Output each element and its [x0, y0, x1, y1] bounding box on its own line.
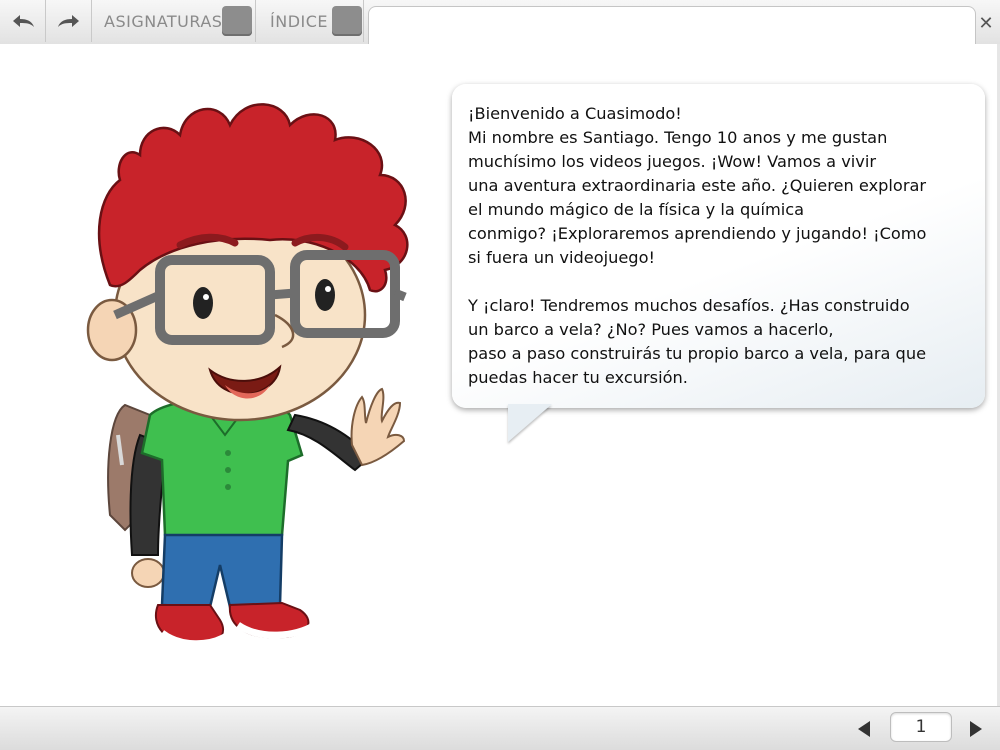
speech-bubble-tail	[508, 404, 552, 442]
tab-asignaturas-handle[interactable]	[222, 6, 252, 36]
content-tab	[368, 6, 976, 45]
speech-line: conmigo? ¡Exploraremos aprendiendo y jug…	[468, 224, 927, 243]
bottom-navigation-bar: 1	[0, 706, 1000, 750]
speech-line: si fuera un videojuego!	[468, 248, 655, 267]
top-toolbar: ASIGNATURAS ÍNDICE ✕	[0, 0, 1000, 45]
undo-button[interactable]	[0, 0, 46, 42]
tab-indice-handle[interactable]	[332, 6, 362, 36]
speech-line: Y ¡claro! Tendremos muchos desafíos. ¿Ha…	[468, 296, 910, 315]
speech-line: muchísimo los videos juegos. ¡Wow! Vamos…	[468, 152, 877, 171]
tab-indice-label: ÍNDICE	[270, 11, 329, 31]
speech-line: un barco a vela? ¿No? Pues vamos a hacer…	[468, 320, 834, 339]
speech-line: ¡Bienvenido a Cuasimodo!	[468, 104, 682, 123]
page-number-input[interactable]: 1	[890, 712, 952, 742]
speech-bubble-text: ¡Bienvenido a Cuasimodo! Mi nombre es Sa…	[468, 102, 973, 390]
speech-line: el mundo mágico de la física y la químic…	[468, 200, 805, 219]
next-page-icon[interactable]	[970, 721, 982, 737]
redo-button[interactable]	[46, 0, 92, 42]
speech-line: Mi nombre es Santiago. Tengo 10 anos y m…	[468, 128, 888, 147]
undo-arrow-icon	[12, 15, 34, 27]
redo-arrow-icon	[57, 15, 79, 27]
close-button[interactable]: ✕	[976, 14, 996, 34]
tab-asignaturas-label: ASIGNATURAS	[104, 11, 223, 31]
speech-line: una aventura extraordinaria este año. ¿Q…	[468, 176, 927, 195]
previous-page-icon[interactable]	[858, 721, 870, 737]
speech-line: paso a paso construirás tu propio barco …	[468, 344, 927, 363]
santiago-character-illustration	[86, 103, 409, 648]
speech-line: puedas hacer tu excursión.	[468, 368, 688, 387]
